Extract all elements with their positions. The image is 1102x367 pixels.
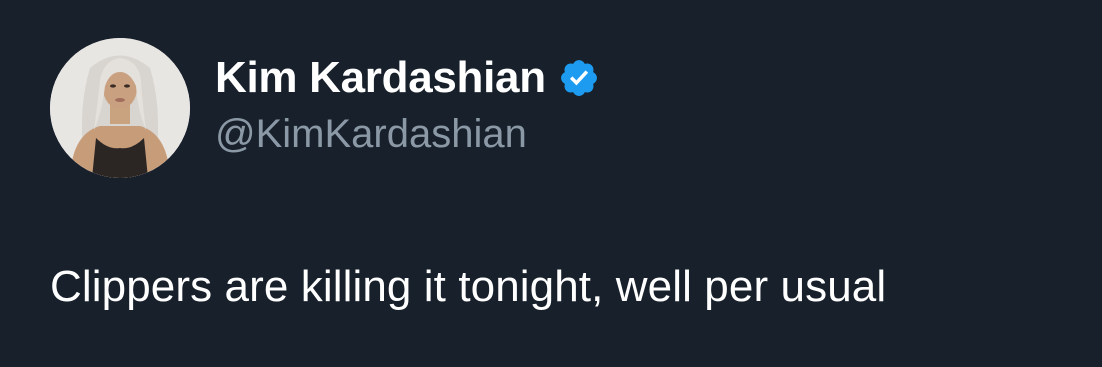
avatar-photo bbox=[50, 38, 190, 178]
verified-badge-icon bbox=[558, 57, 600, 99]
tweet-body-text: Clippers are killing it tonight, well pe… bbox=[50, 262, 887, 311]
author-handle[interactable]: @KimKardashian bbox=[215, 112, 600, 157]
author-names: Kim Kardashian @KimKardashian bbox=[215, 50, 600, 157]
author-display-name[interactable]: Kim Kardashian bbox=[215, 53, 546, 103]
tweet-card: Kim Kardashian @KimKardashian Clippers a… bbox=[0, 0, 1102, 367]
display-name-row: Kim Kardashian bbox=[215, 50, 600, 106]
author-avatar[interactable] bbox=[50, 38, 190, 178]
